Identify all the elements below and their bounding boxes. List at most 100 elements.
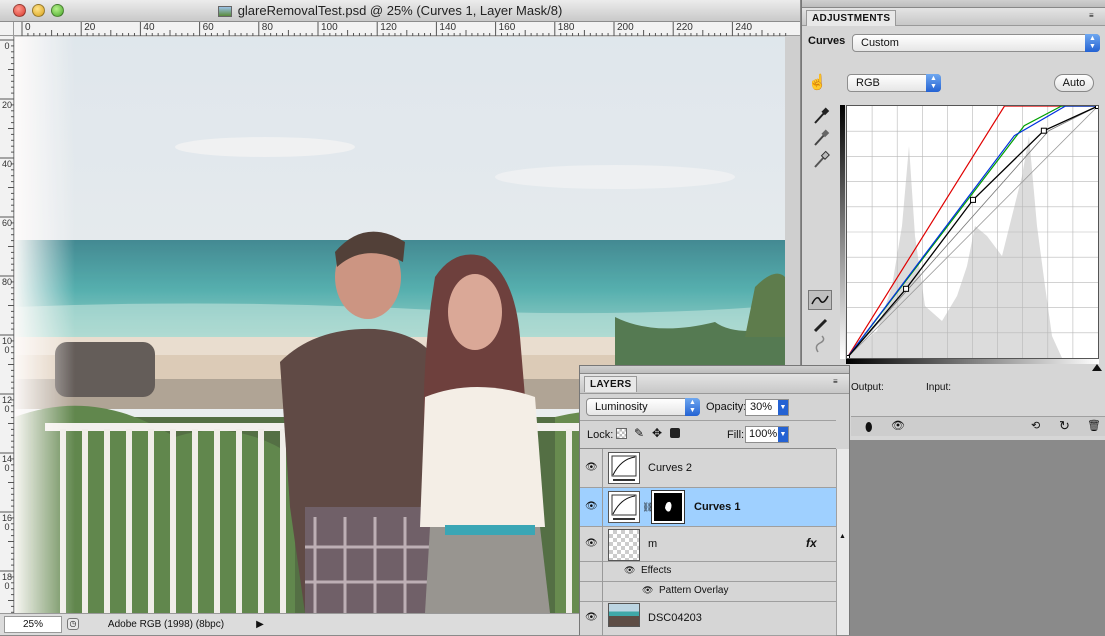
layer-name: m [648, 538, 658, 550]
ruler-label: 240 [735, 22, 753, 33]
fill-field[interactable]: 100% ▼ [745, 426, 789, 443]
ruler-label: 100 [2, 336, 13, 355]
layer-row-curves-2[interactable]: 👁 Curves 2 [580, 449, 836, 488]
pattern-overlay-row[interactable]: 👁 Pattern Overlay [580, 582, 836, 602]
curve-control-point[interactable] [903, 285, 910, 292]
output-label: Output: [851, 382, 884, 393]
opacity-arrow-icon[interactable]: ▼ [778, 400, 788, 415]
curves-adjustment-thumbnail [608, 452, 640, 484]
visibility-eye-icon[interactable]: 👁 [585, 538, 599, 549]
ruler-label: 220 [676, 22, 693, 33]
input-label: Input: [926, 382, 952, 393]
ruler-label: 120 [2, 395, 13, 414]
panel-menu-icon[interactable]: ≡ [1089, 12, 1101, 20]
trash-icon[interactable]: 🗑 [1087, 419, 1101, 432]
scroll-up-arrow-icon[interactable]: ▲ [839, 533, 846, 540]
ruler-label: 20 [84, 22, 96, 33]
curve-control-point[interactable] [844, 355, 850, 361]
photo-layer-thumbnail [608, 603, 640, 627]
transparent-layer-thumbnail [608, 529, 640, 561]
layer-effects-fx-icon[interactable]: fx [806, 536, 817, 550]
ruler-label: 180 [557, 22, 575, 33]
ruler-label: 0 [4, 41, 10, 51]
ruler-label: 80 [261, 22, 273, 33]
opacity-field[interactable]: 30% ▼ [745, 399, 789, 416]
lock-label: Lock: [587, 429, 614, 441]
channel-dropdown[interactable]: RGB ▲ ▼ [847, 74, 941, 92]
layer-row-m[interactable]: 👁 m fx [580, 527, 836, 562]
adjustment-type-label: Curves [808, 35, 846, 47]
window-titlebar[interactable]: glareRemovalTest.psd @ 25% (Curves 1, La… [0, 0, 800, 22]
ruler-label: 60 [2, 218, 13, 228]
pattern-overlay-eye-icon[interactable]: 👁 [642, 585, 653, 596]
visibility-eye-icon[interactable]: 👁 [585, 612, 599, 623]
ruler-label: 40 [143, 22, 155, 33]
document-title: glareRemovalTest.psd @ 25% (Curves 1, La… [237, 3, 563, 18]
minimize-window-button[interactable] [32, 4, 45, 17]
close-window-button[interactable] [13, 4, 26, 17]
input-gradient-bar [846, 359, 1099, 364]
adjustments-tab[interactable]: ADJUSTMENTS [806, 10, 897, 26]
zoom-level-field[interactable]: 25% [4, 616, 62, 633]
fill-arrow-icon[interactable]: ▼ [778, 427, 788, 442]
zoom-window-button[interactable] [51, 4, 64, 17]
layer-name: DSC04203 [648, 612, 702, 624]
ruler-label: 140 [2, 454, 13, 473]
status-info-icon[interactable]: ◷ [67, 618, 79, 630]
black-point-eyedropper-icon[interactable] [814, 107, 830, 124]
pencil-draw-icon[interactable] [813, 318, 828, 333]
panel-menu-icon[interactable]: ≡ [833, 378, 845, 386]
curve-control-point[interactable] [1040, 127, 1047, 134]
dropdown-arrow-icon: ▲ ▼ [685, 398, 700, 416]
dropdown-arrow-icon: ▲ ▼ [1085, 34, 1100, 52]
ruler-label: 180 [2, 572, 13, 591]
vertical-ruler[interactable]: 0 20 40 60 80 100 120 140 160 180 [0, 36, 14, 613]
layer-row-dsc04203[interactable]: 👁 DSC04203 [580, 602, 836, 636]
layer-name: Curves 2 [648, 462, 693, 474]
layer-name: Curves 1 [694, 501, 741, 513]
layer-row-curves-1[interactable]: 👁 ⛓ Curves 1 [580, 488, 836, 527]
curve-control-point[interactable] [1095, 103, 1101, 109]
layers-tab[interactable]: LAYERS [584, 376, 638, 392]
output-gradient-bar [840, 105, 845, 359]
white-point-eyedropper-icon[interactable] [814, 150, 830, 168]
status-menu-arrow-icon[interactable]: ▶ [254, 616, 266, 633]
opacity-label: Opacity: [706, 401, 747, 413]
fill-label: Fill: [727, 429, 745, 441]
on-image-adjust-hand-icon[interactable]: ☝ [808, 73, 830, 93]
ruler-label: 140 [439, 22, 457, 33]
ruler-label: 80 [2, 277, 13, 287]
lock-transparency-icon[interactable] [616, 428, 627, 439]
curve-edit-points-icon[interactable] [808, 290, 832, 310]
ruler-label: 20 [2, 100, 13, 110]
auto-button[interactable]: Auto [1054, 74, 1094, 92]
visibility-eye-icon[interactable]: 👁 [585, 501, 599, 512]
horizontal-ruler[interactable]: 0 20 40 60 80 100 120 140 160 180 200 220 240 [14, 22, 800, 36]
adjustments-footer: ⬮ 👁 ⟲ ↻ 🗑 [851, 416, 1105, 436]
clip-to-layer-icon[interactable]: ⬮ [865, 420, 873, 435]
gray-point-eyedropper-icon[interactable] [814, 129, 830, 146]
curves-graph[interactable] [844, 103, 1101, 361]
reset-icon[interactable]: ↻ [1059, 418, 1070, 434]
layer-effects-row[interactable]: 👁 Effects [580, 562, 836, 582]
ruler-label: 200 [617, 22, 634, 33]
view-previous-icon[interactable]: ⟲ [1031, 419, 1040, 432]
curve-control-point[interactable] [969, 196, 976, 203]
layer-mask-thumbnail[interactable] [651, 490, 685, 524]
layers-scrollbar[interactable]: ▲ [836, 449, 849, 635]
effects-eye-icon[interactable]: 👁 [624, 565, 635, 576]
visibility-eye-icon[interactable]: 👁 [891, 419, 905, 432]
blend-mode-dropdown[interactable]: Luminosity ▲ ▼ [586, 398, 700, 416]
curves-adjustment-thumbnail [608, 491, 640, 523]
pattern-overlay-label: Pattern Overlay [659, 585, 729, 596]
lock-pixels-brush-icon[interactable]: ✎ [634, 426, 644, 440]
white-point-slider[interactable] [1092, 364, 1102, 371]
lock-position-move-icon[interactable]: ✥ [652, 426, 662, 440]
ruler-label: 160 [498, 22, 516, 33]
ruler-origin[interactable] [0, 22, 14, 36]
visibility-eye-icon[interactable]: 👁 [585, 462, 599, 473]
lock-all-icon[interactable] [670, 428, 680, 438]
preset-dropdown[interactable]: Custom ▲ ▼ [852, 34, 1100, 52]
ruler-label: 100 [321, 22, 338, 33]
ruler-label: 40 [2, 159, 13, 169]
